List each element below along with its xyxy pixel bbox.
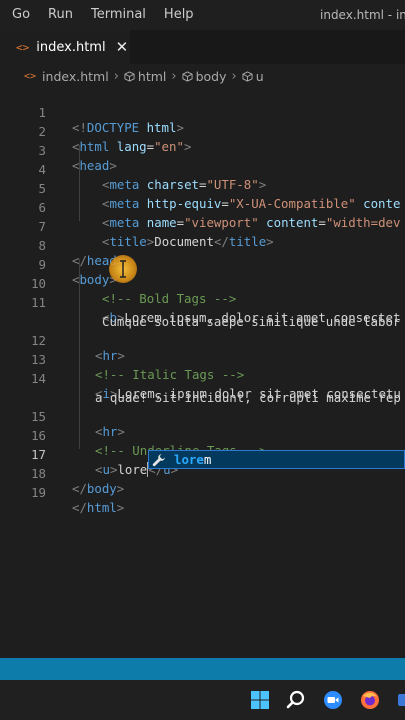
- suggestion-match: lore: [174, 452, 204, 467]
- menu-help[interactable]: Help: [155, 0, 203, 30]
- menu-run[interactable]: Run: [39, 0, 82, 30]
- line-number: 19: [31, 485, 46, 500]
- code-line-wrap[interactable]: a quae! Sit incidunt, corrupti maxime re…: [0, 373, 405, 405]
- code-editor[interactable]: 1 <!DOCTYPE html> 2 <html lang="en"> 3 <…: [0, 88, 405, 658]
- code-line[interactable]: 1 <!DOCTYPE html>: [0, 88, 405, 135]
- code-line[interactable]: 15 <hr>: [0, 392, 405, 439]
- code-line[interactable]: 14 <i>Lorem, ipsum dolor sit amet consec…: [0, 354, 405, 401]
- ibeam-cursor-icon: [120, 260, 126, 278]
- code-line[interactable]: 2 <html lang="en">: [0, 107, 405, 154]
- firefox-icon[interactable]: [357, 680, 383, 720]
- suggestion-rest: m: [203, 452, 212, 467]
- chevron-right-icon: ›: [171, 68, 177, 84]
- code-line[interactable]: 3 <head>: [0, 126, 405, 173]
- code-line[interactable]: 4 <meta charset="UTF-8">: [0, 145, 405, 192]
- breadcrumb-u[interactable]: u: [256, 69, 264, 84]
- tab-label: index.html: [36, 39, 106, 55]
- code-line[interactable]: 7 <title>Document</title>: [0, 202, 405, 249]
- html-file-icon: <>: [24, 70, 37, 82]
- taskbar: [0, 680, 405, 720]
- breadcrumb-file[interactable]: index.html: [42, 69, 109, 84]
- close-icon[interactable]: ✕: [116, 38, 129, 56]
- html-file-icon: <>: [16, 40, 30, 54]
- menu-bar: Go Run Terminal Help index.html - ind: [0, 0, 405, 30]
- code-line[interactable]: 9 <body>: [0, 240, 405, 287]
- code-line[interactable]: 5 <meta http-equiv="X-UA-Compatible" con…: [0, 164, 405, 211]
- search-icon[interactable]: [283, 680, 309, 720]
- chevron-right-icon: ›: [113, 68, 119, 84]
- code-line-active[interactable]: 17 <u>lore</u>: [0, 430, 405, 477]
- breadcrumb: <> index.html › html › body › u: [0, 64, 405, 88]
- code-line[interactable]: 6 <meta name="viewport" content="width=d…: [0, 183, 405, 230]
- code-line[interactable]: 13 <!-- Italic Tags -->: [0, 335, 405, 382]
- code-line[interactable]: 11 <b>Lorem ipsum, dolor sit amet consec…: [0, 278, 405, 325]
- element-cube-icon: [124, 70, 135, 82]
- tab-index-html[interactable]: <> index.html ✕: [0, 30, 130, 64]
- code-line[interactable]: 8 </head>: [0, 221, 405, 268]
- breadcrumb-body[interactable]: body: [196, 69, 227, 84]
- code-line[interactable]: 16 <!-- Underline Tags -->: [0, 411, 405, 458]
- tab-bar: <> index.html ✕: [0, 30, 405, 64]
- code-line[interactable]: 10 <!-- Bold Tags -->: [0, 259, 405, 306]
- breadcrumb-html[interactable]: html: [138, 69, 166, 84]
- windows-start-icon[interactable]: [247, 680, 273, 720]
- window-title: index.html - ind: [320, 8, 405, 22]
- app-icon[interactable]: [392, 680, 405, 720]
- autocomplete-suggestion[interactable]: lore m: [148, 450, 405, 469]
- status-bar: [0, 658, 405, 680]
- chevron-right-icon: ›: [231, 68, 237, 84]
- element-cube-icon: [242, 70, 253, 82]
- wrench-icon: [152, 453, 165, 466]
- code-line[interactable]: 19 </html>: [0, 468, 405, 515]
- element-cube-icon: [182, 70, 193, 82]
- menu-go[interactable]: Go: [0, 0, 39, 30]
- zoom-icon[interactable]: [320, 680, 346, 720]
- code-line[interactable]: 12 <hr>: [0, 316, 405, 363]
- code-line-wrap[interactable]: Cumque soluta saepe similique unde labor: [0, 297, 405, 329]
- menu-terminal[interactable]: Terminal: [82, 0, 155, 30]
